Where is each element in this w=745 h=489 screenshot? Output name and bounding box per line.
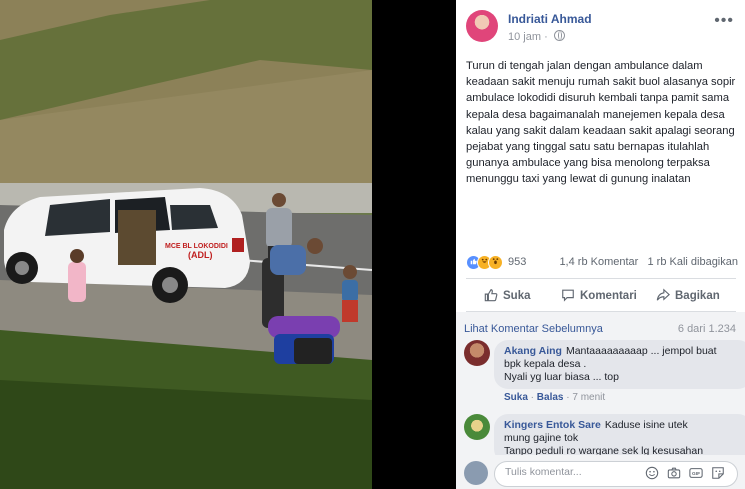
lightbox-gap (372, 0, 456, 489)
emoji-icon[interactable] (645, 466, 659, 480)
post-time[interactable]: 10 jam (508, 31, 541, 43)
svg-text:GIF: GIF (692, 471, 700, 477)
comment-label: Komentari (580, 290, 637, 302)
engagement-counts: 1,4 rb Komentar 1 rb Kali dibagikan (559, 256, 738, 268)
like-button[interactable]: Suka (484, 288, 531, 302)
post-panel: Indriati Ahmad 10 jam · ••• Turun di ten… (456, 0, 745, 489)
comment-icon (562, 289, 574, 302)
comment-meta: Suka · Balas · 7 menit (504, 392, 606, 403)
comment-bubble: Akang Aing Mantaaaaaaaaap ... jempol buat… (494, 340, 745, 389)
post-photo[interactable]: MCE BL LOKODIDI (ADL) (0, 0, 372, 489)
reaction-icons[interactable] (466, 255, 503, 270)
comment-text-line: Nyali yg luar biasa ... top (504, 371, 619, 383)
roadside-scene-image: MCE BL LOKODIDI (ADL) (0, 0, 372, 489)
reaction-bar: 953 1,4 rb Komentar 1 rb Kali dibagikan (466, 255, 738, 273)
commenter-name[interactable]: Akang Aing (504, 345, 562, 357)
like-label: Suka (503, 290, 531, 302)
current-user-avatar (464, 461, 488, 485)
comment-button[interactable]: Komentari (561, 288, 637, 302)
action-bar: Suka Komentari Bagikan (466, 282, 736, 310)
comment-composer: GIF (456, 455, 745, 489)
post-text: Turun di tengah jalan dengan ambulance d… (466, 60, 736, 186)
comment-input[interactable] (505, 466, 635, 478)
divider (466, 278, 736, 279)
post-meta: 10 jam · (508, 30, 565, 43)
comment-text-line: Mantaaaaaaaaap ... jempol buat (565, 345, 717, 357)
reaction-count[interactable]: 953 (508, 256, 526, 268)
car-label-1: MCE BL LOKODIDI (165, 243, 228, 250)
camera-icon[interactable] (667, 466, 681, 480)
commenter-avatar[interactable] (464, 414, 490, 440)
share-icon (656, 288, 670, 301)
comment-text-line: Kaduse isine utek (604, 419, 688, 431)
more-options-button[interactable]: ••• (714, 12, 734, 30)
commenter-name[interactable]: Kingers Entok Sare (504, 419, 601, 431)
gif-icon[interactable]: GIF (689, 466, 703, 480)
comment-text-line: bpk kepala desa . (504, 358, 587, 370)
comment-text-line: mung gajine tok (504, 432, 579, 444)
share-button[interactable]: Bagikan (656, 288, 720, 302)
comment-time[interactable]: 7 menit (572, 392, 605, 403)
wow-icon (488, 255, 503, 270)
comment-count[interactable]: 1,4 rb Komentar (559, 256, 638, 268)
author-avatar[interactable] (466, 10, 498, 42)
thumb-icon (484, 289, 498, 302)
comment-reply-link[interactable]: Balas (537, 392, 564, 403)
comment-like-link[interactable]: Suka (504, 392, 528, 403)
author-name[interactable]: Indriati Ahmad (508, 12, 592, 26)
car-label-2: (ADL) (188, 250, 213, 260)
comment-input-box[interactable]: GIF (494, 461, 738, 487)
commenter-avatar[interactable] (464, 340, 490, 366)
globe-icon (553, 30, 565, 41)
share-count[interactable]: 1 rb Kali dibagikan (647, 256, 738, 268)
comments-shown-count: 6 dari 1.234 (677, 323, 736, 335)
share-label: Bagikan (675, 290, 720, 302)
post-header: Indriati Ahmad 10 jam · ••• (466, 10, 736, 46)
view-previous-comments-link[interactable]: Lihat Komentar Sebelumnya (464, 323, 603, 335)
sticker-icon[interactable] (711, 466, 725, 480)
